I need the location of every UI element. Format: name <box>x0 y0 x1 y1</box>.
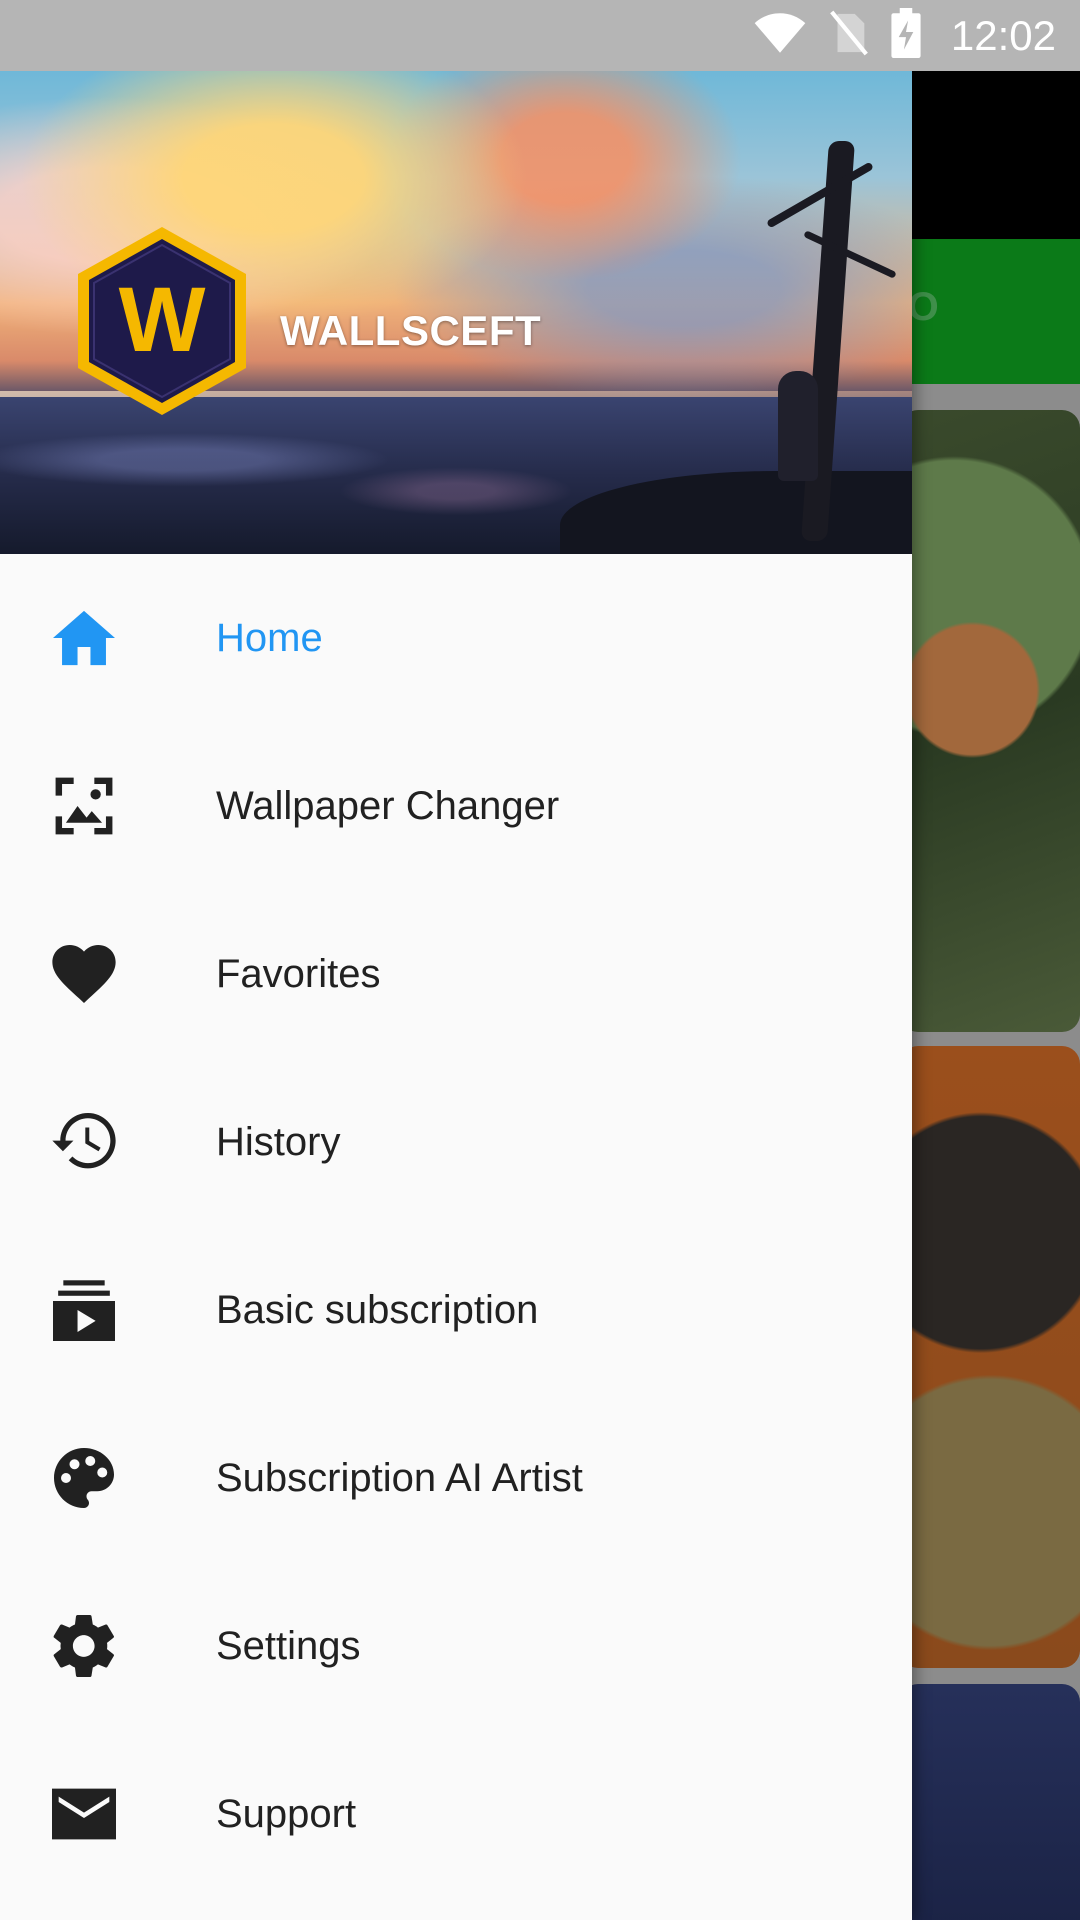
header-art-figure <box>778 371 818 481</box>
drawer-item-history[interactable]: History <box>0 1058 912 1226</box>
drawer-item-basic-subscription[interactable]: Basic subscription <box>0 1226 912 1394</box>
drawer-item-label: Basic subscription <box>216 1287 539 1332</box>
header-art-branch <box>766 161 874 229</box>
navigation-drawer: W WALLSCEFT Home Wallpaper Changer Favor… <box>0 71 912 1920</box>
app-logo: W <box>72 223 252 419</box>
drawer-item-settings[interactable]: Settings <box>0 1562 912 1730</box>
drawer-item-home[interactable]: Home <box>0 554 912 722</box>
drawer-item-label: Home <box>216 615 323 660</box>
drawer-item-label: Favorites <box>216 951 381 996</box>
drawer-item-label: Subscription AI Artist <box>216 1455 583 1500</box>
drawer-item-label: Support <box>216 1791 357 1836</box>
status-icons: 12:02 <box>753 0 1056 71</box>
drawer-item-support[interactable]: Support <box>0 1730 912 1898</box>
drawer-menu: Home Wallpaper Changer Favorites History… <box>0 554 912 1898</box>
subscriptions-icon <box>50 1276 118 1344</box>
battery-charging-icon <box>891 8 921 63</box>
header-art-branch <box>803 230 897 279</box>
drawer-item-label: History <box>216 1119 341 1164</box>
wallpaper-changer-icon <box>50 772 118 840</box>
history-icon <box>50 1108 118 1176</box>
gear-icon <box>50 1612 118 1680</box>
drawer-item-subscription-ai-artist[interactable]: Subscription AI Artist <box>0 1394 912 1562</box>
drawer-item-label: Wallpaper Changer <box>216 783 560 828</box>
drawer-item-wallpaper-changer[interactable]: Wallpaper Changer <box>0 722 912 890</box>
home-icon <box>50 604 118 672</box>
no-sim-icon <box>829 10 869 61</box>
drawer-item-label: Settings <box>216 1623 361 1668</box>
wifi-icon <box>753 11 807 60</box>
logo-letter: W <box>119 269 206 371</box>
app-title: WALLSCEFT <box>280 307 542 354</box>
heart-icon <box>50 940 118 1008</box>
palette-icon <box>50 1444 118 1512</box>
drawer-item-favorites[interactable]: Favorites <box>0 890 912 1058</box>
drawer-header: W WALLSCEFT <box>0 71 912 554</box>
mail-icon <box>50 1780 118 1848</box>
status-time: 12:02 <box>950 11 1056 59</box>
screen: DEO <box>0 0 1080 1920</box>
status-bar: 12:02 <box>0 0 1080 71</box>
